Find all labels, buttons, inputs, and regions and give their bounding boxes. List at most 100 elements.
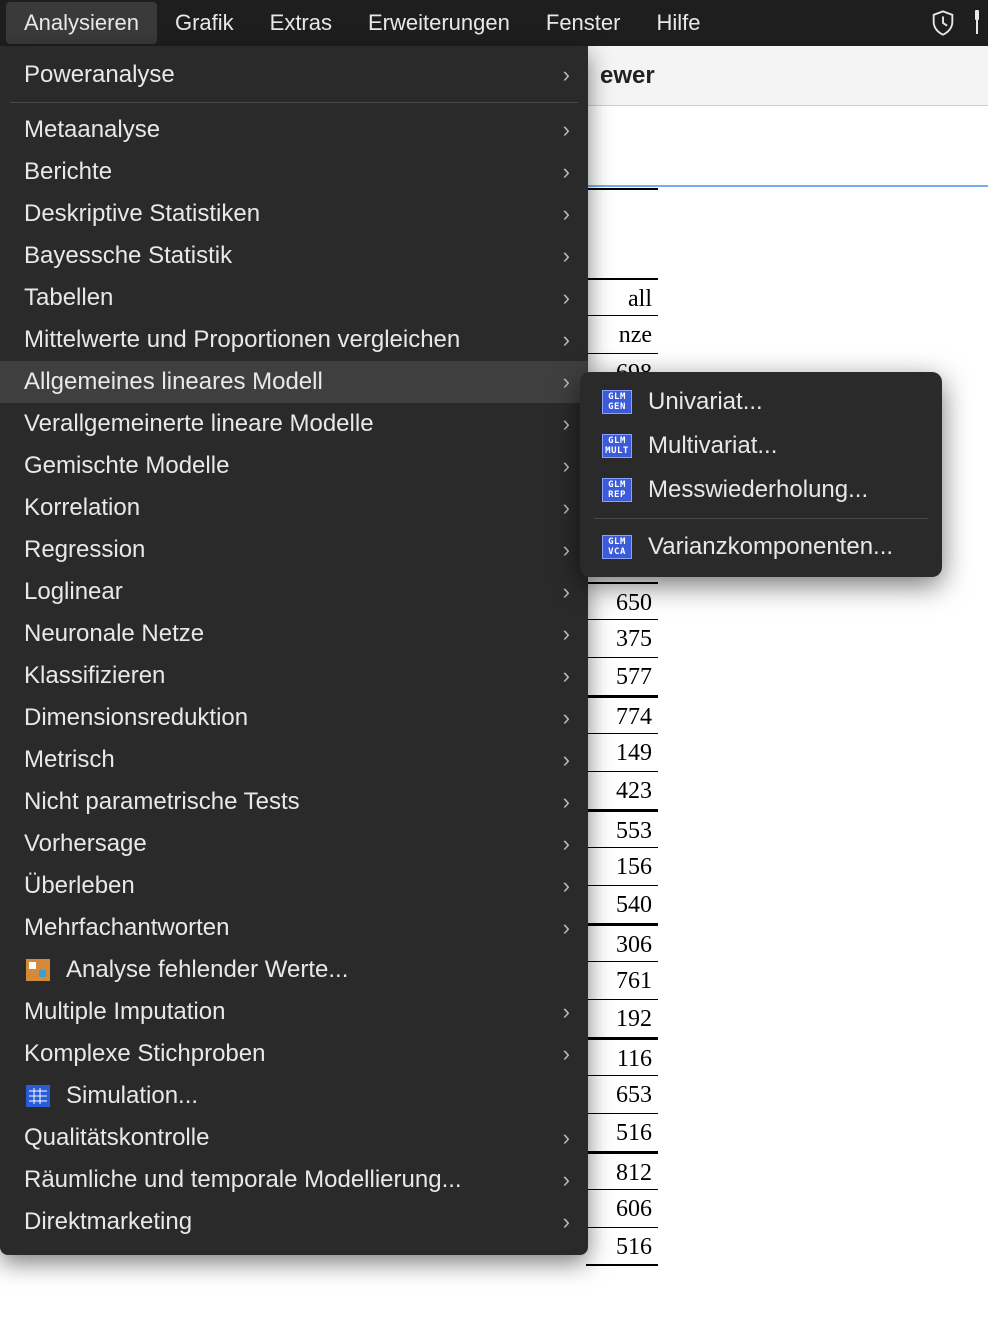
- col-val: 192: [586, 1000, 658, 1038]
- dropdown-item-label: Klassifizieren: [24, 662, 563, 690]
- dropdown-item-multiple-imputation[interactable]: Multiple Imputation›: [0, 991, 588, 1033]
- chevron-right-icon: ›: [563, 831, 570, 857]
- dropdown-analysieren: Poweranalyse›Metaanalyse›Berichte›Deskri…: [0, 46, 588, 1255]
- dropdown-item-simulation[interactable]: Simulation...: [0, 1075, 588, 1117]
- chevron-right-icon: ›: [563, 201, 570, 227]
- submenu-item-messwiederholung[interactable]: GLMREPMesswiederholung...: [580, 468, 942, 512]
- chevron-right-icon: ›: [563, 1125, 570, 1151]
- chevron-right-icon: ›: [563, 789, 570, 815]
- menu-hilfe[interactable]: Hilfe: [638, 2, 718, 44]
- dropdown-item-klassifizieren[interactable]: Klassifizieren›: [0, 655, 588, 697]
- dropdown-item-metrisch[interactable]: Metrisch›: [0, 739, 588, 781]
- shield-icon[interactable]: [928, 8, 958, 38]
- menu-erweiterungen[interactable]: Erweiterungen: [350, 2, 528, 44]
- dropdown-item-neuronale-netze[interactable]: Neuronale Netze›: [0, 613, 588, 655]
- dropdown-item-analyse-fehlender-werte[interactable]: Analyse fehlender Werte...: [0, 949, 588, 991]
- col-val: 516: [586, 1114, 658, 1152]
- chevron-right-icon: ›: [563, 747, 570, 773]
- dropdown-item-gemischte-modelle[interactable]: Gemischte Modelle›: [0, 445, 588, 487]
- submenu-item-label: Univariat...: [648, 388, 763, 416]
- col-val: 423: [586, 772, 658, 810]
- dropdown-item-label: Multiple Imputation: [24, 998, 563, 1026]
- dropdown-item-allgemeines-lineares-modell[interactable]: Allgemeines lineares Modell›: [0, 361, 588, 403]
- menu-fenster[interactable]: Fenster: [528, 2, 639, 44]
- tool-icon[interactable]: [972, 8, 982, 38]
- submenu-item-label: Varianzkomponenten...: [648, 533, 893, 561]
- dropdown-item-ueberleben[interactable]: Überleben›: [0, 865, 588, 907]
- col-val: 516: [586, 1228, 658, 1266]
- submenu-allgemeines-lineares-modell: GLMGENUnivariat...GLMMULTMultivariat...G…: [580, 372, 942, 577]
- chevron-right-icon: ›: [563, 411, 570, 437]
- chevron-right-icon: ›: [563, 705, 570, 731]
- glm-badge-icon: GLMVCA: [602, 535, 632, 559]
- dropdown-item-label: Korrelation: [24, 494, 563, 522]
- dropdown-item-komplexe-stichproben[interactable]: Komplexe Stichproben›: [0, 1033, 588, 1075]
- submenu-item-multivariat[interactable]: GLMMULTMultivariat...: [580, 424, 942, 468]
- chevron-right-icon: ›: [563, 453, 570, 479]
- dropdown-item-regression[interactable]: Regression›: [0, 529, 588, 571]
- glm-badge-icon: GLMMULT: [602, 434, 632, 458]
- dropdown-item-label: Poweranalyse: [24, 61, 563, 89]
- dropdown-item-berichte[interactable]: Berichte›: [0, 151, 588, 193]
- dropdown-item-vorhersage[interactable]: Vorhersage›: [0, 823, 588, 865]
- chevron-right-icon: ›: [563, 537, 570, 563]
- chevron-right-icon: ›: [563, 117, 570, 143]
- col-val: 812: [586, 1152, 658, 1190]
- dropdown-item-korrelation[interactable]: Korrelation›: [0, 487, 588, 529]
- dropdown-item-label: Mittelwerte und Proportionen vergleichen: [24, 326, 563, 354]
- submenu-item-varianzkomponenten[interactable]: GLMVCA Varianzkomponenten...: [580, 525, 942, 569]
- menu-analysieren[interactable]: Analysieren: [6, 2, 157, 44]
- col-val: 761: [586, 962, 658, 1000]
- col-val: 653: [586, 1076, 658, 1114]
- chevron-right-icon: ›: [563, 1041, 570, 1067]
- dropdown-item-mittelwerte-und-proportionen[interactable]: Mittelwerte und Proportionen vergleichen…: [0, 319, 588, 361]
- dropdown-item-raeumliche-temporale-modellierung[interactable]: Räumliche und temporale Modellierung...›: [0, 1159, 588, 1201]
- col-val: 577: [586, 658, 658, 696]
- dropdown-item-deskriptive-statistiken[interactable]: Deskriptive Statistiken›: [0, 193, 588, 235]
- col-val: 650: [586, 582, 658, 620]
- dropdown-item-label: Allgemeines lineares Modell: [24, 368, 563, 396]
- dropdown-item-label: Simulation...: [66, 1082, 570, 1110]
- chevron-right-icon: ›: [563, 285, 570, 311]
- dropdown-item-direktmarketing[interactable]: Direktmarketing›: [0, 1201, 588, 1243]
- chevron-right-icon: ›: [563, 873, 570, 899]
- dropdown-item-label: Mehrfachantworten: [24, 914, 563, 942]
- menu-grafik[interactable]: Grafik: [157, 2, 252, 44]
- dropdown-item-label: Bayessche Statistik: [24, 242, 563, 270]
- dropdown-item-label: Überleben: [24, 872, 563, 900]
- dropdown-item-loglinear[interactable]: Loglinear›: [0, 571, 588, 613]
- dropdown-item-label: Räumliche und temporale Modellierung...: [24, 1166, 563, 1194]
- dropdown-item-nicht-parametrische-tests[interactable]: Nicht parametrische Tests›: [0, 781, 588, 823]
- menu-separator: [10, 102, 578, 103]
- dropdown-item-qualitaetskontrolle[interactable]: Qualitätskontrolle›: [0, 1117, 588, 1159]
- menu-extras[interactable]: Extras: [252, 2, 350, 44]
- col-val: 375: [586, 620, 658, 658]
- dropdown-item-label: Analyse fehlender Werte...: [66, 956, 570, 984]
- dropdown-item-metaanalyse[interactable]: Metaanalyse›: [0, 109, 588, 151]
- chevron-right-icon: ›: [563, 243, 570, 269]
- col-val: 156: [586, 848, 658, 886]
- dropdown-item-label: Tabellen: [24, 284, 563, 312]
- submenu-item-univariat[interactable]: GLMGENUnivariat...: [580, 380, 942, 424]
- dropdown-item-mehrfachantworten[interactable]: Mehrfachantworten›: [0, 907, 588, 949]
- dropdown-item-bayessche-statistik[interactable]: Bayessche Statistik›: [0, 235, 588, 277]
- dropdown-item-tabellen[interactable]: Tabellen›: [0, 277, 588, 319]
- dropdown-item-label: Qualitätskontrolle: [24, 1124, 563, 1152]
- chevron-right-icon: ›: [563, 1209, 570, 1235]
- viewer-title: ewer: [600, 62, 655, 90]
- chevron-right-icon: ›: [563, 495, 570, 521]
- dropdown-item-label: Komplexe Stichproben: [24, 1040, 563, 1068]
- dropdown-item-label: Loglinear: [24, 578, 563, 606]
- dropdown-item-dimensionsreduktion[interactable]: Dimensionsreduktion›: [0, 697, 588, 739]
- col-val: 606: [586, 1190, 658, 1228]
- missing-icon: [24, 958, 52, 982]
- col-val: 540: [586, 886, 658, 924]
- chevron-right-icon: ›: [563, 1167, 570, 1193]
- chevron-right-icon: ›: [563, 327, 570, 353]
- chevron-right-icon: ›: [563, 621, 570, 647]
- data-column: all nze 698 650 375 577 774 149 423 553 …: [586, 188, 658, 1266]
- dropdown-item-poweranalyse[interactable]: Poweranalyse›: [0, 54, 588, 96]
- dropdown-item-verallgemeinerte-lineare-modelle[interactable]: Verallgemeinerte lineare Modelle›: [0, 403, 588, 445]
- dropdown-item-label: Regression: [24, 536, 563, 564]
- col-header-1: all: [586, 278, 658, 316]
